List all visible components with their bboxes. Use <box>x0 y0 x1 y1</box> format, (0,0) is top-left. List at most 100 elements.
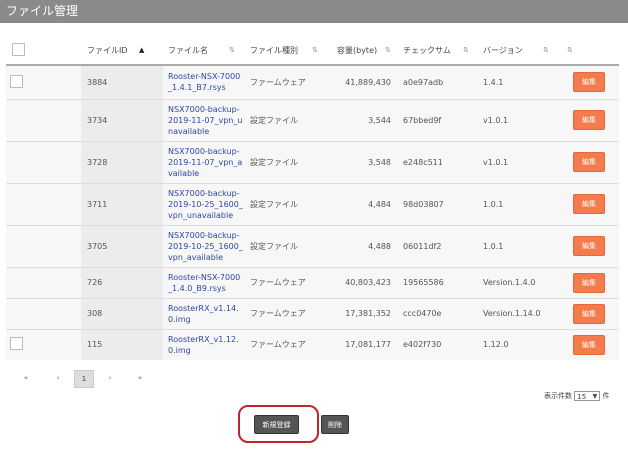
delete-button[interactable]: 削除 <box>321 415 349 434</box>
row-actions: 編集 <box>561 64 619 99</box>
page-first-button[interactable]: « <box>18 370 34 386</box>
file-name-line[interactable]: RoosterRX_v1.14. <box>168 303 246 314</box>
table-row[interactable]: 3711 NSX7000-backup- 2019-10-25_1600_ vpn_u… <box>6 182 619 225</box>
file-name[interactable]: NSX7000-backup- 2019-10-25_1600_ vpn_avail… <box>163 224 246 267</box>
file-id: 308 <box>81 297 163 329</box>
file-type: ファームウェア <box>246 64 327 99</box>
row-select-cell <box>6 224 81 267</box>
row-actions: 編集 <box>561 297 619 329</box>
table-row[interactable]: 3728 NSX7000-backup- 2019-11-07_vpn_a vaila… <box>6 140 619 183</box>
per-page-unit: 件 <box>602 392 610 400</box>
file-name-line[interactable]: 2019-11-07_vpn_u <box>168 115 246 126</box>
per-page-label: 表示件数 <box>544 392 572 400</box>
edit-button[interactable]: 編集 <box>573 272 605 293</box>
sort-icon: ⇅ <box>567 46 573 54</box>
row-actions: 編集 <box>561 98 619 141</box>
file-size: 17,381,352 <box>327 297 391 329</box>
file-name[interactable]: NSX7000-backup- 2019-10-25_1600_ vpn_unava… <box>163 182 246 225</box>
file-size: 3,544 <box>327 98 391 141</box>
sort-icon: ⇅ <box>463 46 469 54</box>
file-checksum: e402f730 <box>391 328 475 360</box>
col-header-version[interactable]: バージョン ⇅ <box>475 37 561 66</box>
file-id: 115 <box>81 328 163 360</box>
sort-icon: ⇅ <box>543 46 549 54</box>
page-last-button[interactable]: » <box>132 370 148 386</box>
file-type: ファームウェア <box>246 297 327 329</box>
file-name[interactable]: Rooster-NSX-7000 _1.4.0_B9.rsys <box>163 266 246 298</box>
file-name[interactable]: RoosterRX_v1.12. 0.img <box>163 328 246 360</box>
row-checkbox[interactable] <box>10 337 23 351</box>
per-page-select[interactable]: 15 ▼ <box>574 391 601 401</box>
row-actions: 編集 <box>561 182 619 225</box>
file-name-line[interactable]: RoosterRX_v1.12. <box>168 334 246 345</box>
file-type: 設定ファイル <box>246 224 327 267</box>
file-id: 3711 <box>81 182 163 225</box>
edit-button[interactable]: 編集 <box>573 110 605 130</box>
file-name-line[interactable]: 2019-10-25_1600_ <box>168 241 246 252</box>
new-register-button[interactable]: 新規登録 <box>254 415 299 434</box>
page-current-button[interactable]: 1 <box>74 370 94 388</box>
file-size: 17,081,177 <box>327 328 391 360</box>
file-name[interactable]: Rooster-NSX-7000 _1.4.1_B7.rsys <box>163 64 246 99</box>
row-select-cell <box>6 140 81 183</box>
sort-icon: ⇅ <box>385 46 391 54</box>
table-row[interactable]: 3884 Rooster-NSX-7000 _1.4.1_B7.rsys ファームウェ… <box>6 64 619 99</box>
file-size: 3,548 <box>327 140 391 183</box>
row-select-cell <box>6 297 81 329</box>
select-all-checkbox[interactable] <box>12 43 25 56</box>
file-version: Version.1.4.0 <box>475 266 561 298</box>
col-header-checksum[interactable]: チェックサム ⇅ <box>391 37 475 66</box>
file-checksum: 98d03807 <box>391 182 475 225</box>
table-row[interactable]: 3734 NSX7000-backup- 2019-11-07_vpn_u navai… <box>6 98 619 141</box>
row-actions: 編集 <box>561 224 619 267</box>
file-name-line[interactable]: navailable <box>168 126 246 137</box>
file-name[interactable]: RoosterRX_v1.14. 0.img <box>163 297 246 329</box>
page-next-button[interactable]: › <box>102 370 118 386</box>
file-name-line[interactable]: NSX7000-backup- <box>168 188 246 199</box>
row-checkbox[interactable] <box>10 74 23 88</box>
table-row[interactable]: 308 RoosterRX_v1.14. 0.img ファームウェア 17,381,35… <box>6 297 619 329</box>
edit-button[interactable]: 編集 <box>573 236 605 256</box>
file-name-line[interactable]: Rooster-NSX-7000 <box>168 272 246 283</box>
file-type: ファームウェア <box>246 266 327 298</box>
file-version: v1.0.1 <box>475 98 561 141</box>
file-name-line[interactable]: 0.img <box>168 345 246 356</box>
col-header-id[interactable]: ファイルID ▲ <box>81 37 163 66</box>
file-name-line[interactable]: _1.4.1_B7.rsys <box>168 82 246 93</box>
file-version: 1.4.1 <box>475 64 561 99</box>
edit-button[interactable]: 編集 <box>573 194 605 214</box>
select-all-header <box>6 37 81 66</box>
file-name-line[interactable]: NSX7000-backup- <box>168 104 246 115</box>
file-version: 1.0.1 <box>475 224 561 267</box>
file-name-line[interactable]: _1.4.0_B9.rsys <box>168 283 246 294</box>
file-type: 設定ファイル <box>246 98 327 141</box>
row-select-cell <box>6 266 81 298</box>
file-name-line[interactable]: 2019-11-07_vpn_a <box>168 157 246 168</box>
file-size: 4,484 <box>327 182 391 225</box>
file-checksum: a0e97adb <box>391 64 475 99</box>
file-name-line[interactable]: vpn_available <box>168 252 246 263</box>
table-row[interactable]: 115 RoosterRX_v1.12. 0.img ファームウェア 17,081,17… <box>6 328 619 360</box>
file-name-line[interactable]: vpn_unavailable <box>168 210 246 221</box>
table-row[interactable]: 3705 NSX7000-backup- 2019-10-25_1600_ vpn_a… <box>6 224 619 267</box>
file-name[interactable]: NSX7000-backup- 2019-11-07_vpn_a vailable <box>163 140 246 183</box>
page-prev-button[interactable]: ‹ <box>50 370 66 386</box>
file-name-line[interactable]: Rooster-NSX-7000 <box>168 71 246 82</box>
file-name-line[interactable]: NSX7000-backup- <box>168 146 246 157</box>
row-select-cell <box>6 98 81 141</box>
sort-icon: ⇅ <box>312 46 318 54</box>
col-header-size[interactable]: 容量(byte) ⇅ <box>327 37 391 66</box>
file-size: 41,889,430 <box>327 64 391 99</box>
file-name-line[interactable]: 0.img <box>168 314 246 325</box>
edit-button[interactable]: 編集 <box>573 72 605 93</box>
edit-button[interactable]: 編集 <box>573 334 605 355</box>
file-name-line[interactable]: NSX7000-backup- <box>168 230 246 241</box>
col-header-name[interactable]: ファイル名 ⇅ <box>163 37 246 66</box>
file-name[interactable]: NSX7000-backup- 2019-11-07_vpn_u navailabl… <box>163 98 246 141</box>
edit-button[interactable]: 編集 <box>573 152 605 172</box>
col-header-type[interactable]: ファイル種別 ⇅ <box>246 37 327 66</box>
edit-button[interactable]: 編集 <box>573 303 605 324</box>
file-name-line[interactable]: vailable <box>168 168 246 179</box>
file-name-line[interactable]: 2019-10-25_1600_ <box>168 199 246 210</box>
table-row[interactable]: 726 Rooster-NSX-7000 _1.4.0_B9.rsys ファームウェア… <box>6 266 619 298</box>
